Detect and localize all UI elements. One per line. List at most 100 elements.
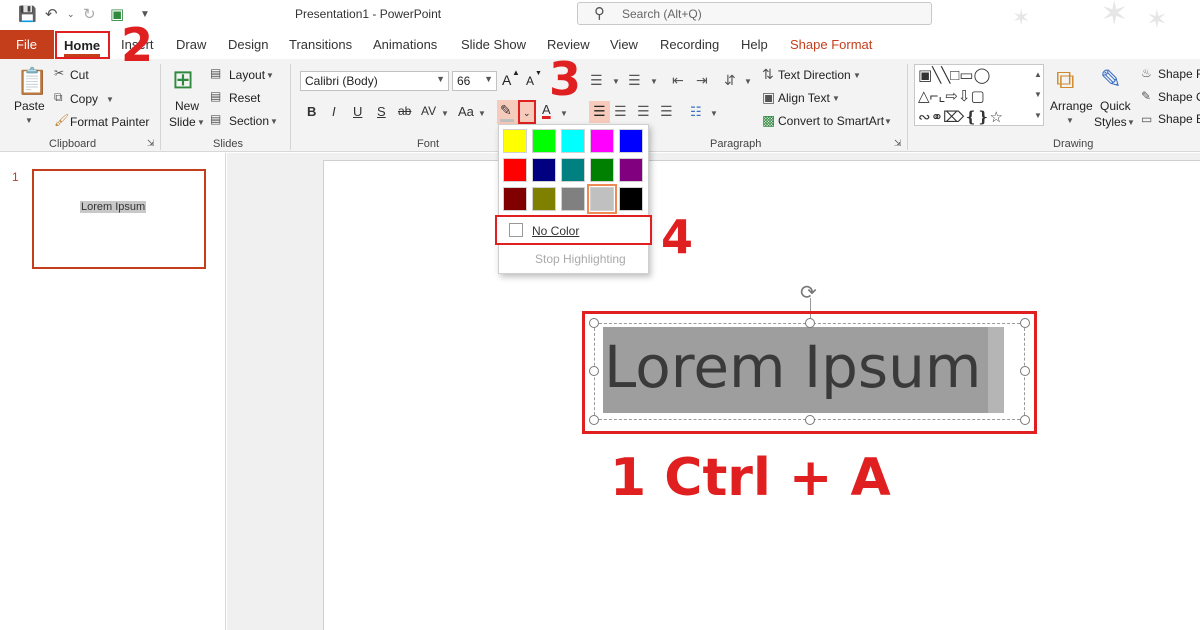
bold-button[interactable]: B bbox=[307, 104, 316, 119]
no-color-menu-item[interactable]: No Color bbox=[495, 215, 652, 245]
bullets-icon[interactable]: ☰ bbox=[590, 72, 603, 89]
shapes-gallery-more-icon[interactable]: ▼ bbox=[1034, 111, 1042, 120]
copy-dropdown-icon[interactable]: ▼ bbox=[106, 95, 114, 104]
convert-smartart-button[interactable]: Convert to SmartArt bbox=[778, 114, 884, 128]
font-color-dropdown-icon[interactable]: ▼ bbox=[560, 109, 568, 118]
text-direction-dropdown-icon[interactable]: ▼ bbox=[853, 71, 861, 80]
change-case-button[interactable]: Aa bbox=[458, 104, 474, 119]
quick-styles-icon[interactable]: ✎ bbox=[1100, 64, 1122, 95]
bullets-dropdown-icon[interactable]: ▼ bbox=[612, 77, 620, 86]
quick-styles-dropdown-icon[interactable]: ▼ bbox=[1127, 118, 1135, 127]
quick-styles-label[interactable]: Quick bbox=[1100, 99, 1131, 113]
search-input[interactable]: ⚲ Search (Alt+Q) bbox=[577, 2, 932, 25]
highlight-button[interactable]: ✎ bbox=[497, 100, 518, 124]
tab-recording[interactable]: Recording bbox=[660, 37, 719, 52]
paragraph-launcher-icon[interactable]: ⇲ bbox=[894, 138, 902, 149]
decrease-indent-icon[interactable]: ⇤ bbox=[672, 72, 684, 89]
italic-button[interactable]: I bbox=[332, 104, 336, 119]
resize-handle[interactable] bbox=[589, 415, 599, 425]
highlight-color-swatch[interactable] bbox=[532, 129, 556, 153]
resize-handle[interactable] bbox=[1020, 415, 1030, 425]
copy-button[interactable]: Copy bbox=[70, 92, 98, 106]
arrange-dropdown-icon[interactable]: ▼ bbox=[1066, 116, 1074, 125]
save-icon[interactable]: 💾 bbox=[18, 5, 37, 23]
strikethrough-button[interactable]: ab bbox=[398, 104, 411, 118]
undo-icon[interactable]: ↶ bbox=[45, 5, 58, 23]
section-button[interactable]: Section bbox=[229, 114, 269, 128]
shapes-gallery[interactable]: ▣╲╲□▭◯ △⌐⌞⇨⇩▢ ∾⚭⌦❴❵☆ bbox=[914, 64, 1044, 126]
highlight-color-swatch[interactable] bbox=[619, 129, 643, 153]
undo-dropdown-icon[interactable]: ⌄ bbox=[67, 9, 75, 20]
align-text-button[interactable]: Align Text bbox=[778, 91, 830, 105]
stop-highlighting-menu-item[interactable]: Stop Highlighting bbox=[535, 252, 626, 266]
text-direction-button[interactable]: Text Direction bbox=[778, 68, 851, 82]
new-slide-label[interactable]: New bbox=[175, 99, 199, 113]
highlight-color-swatch[interactable] bbox=[619, 158, 643, 182]
reset-button[interactable]: Reset bbox=[229, 91, 260, 105]
new-slide-icon[interactable]: ⊞ bbox=[172, 64, 194, 95]
char-spacing-button[interactable]: AV bbox=[421, 104, 436, 118]
char-spacing-dropdown-icon[interactable]: ▼ bbox=[441, 109, 449, 118]
tab-animations[interactable]: Animations bbox=[373, 37, 437, 52]
arrange-button[interactable]: Arrange bbox=[1050, 99, 1093, 113]
highlight-color-swatch[interactable] bbox=[561, 187, 585, 211]
grow-font-button[interactable]: A bbox=[502, 72, 511, 88]
resize-handle[interactable] bbox=[589, 366, 599, 376]
highlight-color-swatch[interactable] bbox=[561, 158, 585, 182]
justify-icon[interactable]: ☰ bbox=[660, 103, 673, 120]
numbering-icon[interactable]: ☰ bbox=[628, 72, 641, 89]
paste-dropdown-icon[interactable]: ▼ bbox=[25, 116, 33, 125]
tab-slideshow[interactable]: Slide Show bbox=[461, 37, 526, 52]
tab-transitions[interactable]: Transitions bbox=[289, 37, 352, 52]
highlight-color-swatch[interactable] bbox=[619, 187, 643, 211]
rotate-handle-icon[interactable]: ⟳ bbox=[800, 280, 817, 305]
numbering-dropdown-icon[interactable]: ▼ bbox=[650, 77, 658, 86]
new-slide-label-2[interactable]: Slide bbox=[169, 115, 196, 129]
highlight-dropdown-button[interactable]: ⌄ bbox=[518, 100, 536, 124]
shape-outline-button[interactable]: Shape O bbox=[1158, 90, 1200, 104]
tab-draw[interactable]: Draw bbox=[176, 37, 206, 52]
highlight-color-swatch[interactable] bbox=[503, 129, 527, 153]
highlight-color-swatch[interactable] bbox=[532, 187, 556, 211]
line-spacing-icon[interactable]: ⇵ bbox=[724, 72, 736, 89]
shrink-font-button[interactable]: A bbox=[526, 74, 534, 88]
tab-view[interactable]: View bbox=[610, 37, 638, 52]
arrange-icon[interactable]: ⧉ bbox=[1056, 64, 1075, 96]
align-right-icon[interactable]: ☰ bbox=[637, 103, 650, 120]
layout-dropdown-icon[interactable]: ▼ bbox=[266, 71, 274, 80]
highlight-color-swatch[interactable] bbox=[587, 184, 617, 214]
new-slide-dropdown-icon[interactable]: ▼ bbox=[197, 118, 205, 127]
tab-file[interactable]: File bbox=[0, 30, 54, 59]
format-painter-button[interactable]: Format Painter bbox=[70, 115, 149, 129]
shadow-button[interactable]: S bbox=[377, 104, 386, 119]
resize-handle[interactable] bbox=[589, 318, 599, 328]
shape-fill-button[interactable]: Shape Fi bbox=[1158, 67, 1200, 81]
smartart-dropdown-icon[interactable]: ▼ bbox=[884, 117, 892, 126]
font-name-select[interactable]: Calibri (Body) ▼ bbox=[300, 71, 449, 91]
paste-icon[interactable]: 📋 bbox=[16, 66, 48, 97]
align-text-dropdown-icon[interactable]: ▼ bbox=[832, 94, 840, 103]
resize-handle[interactable] bbox=[805, 318, 815, 328]
increase-indent-icon[interactable]: ⇥ bbox=[696, 72, 708, 89]
line-spacing-dropdown-icon[interactable]: ▼ bbox=[744, 77, 752, 86]
underline-button[interactable]: U bbox=[353, 104, 362, 119]
layout-button[interactable]: Layout bbox=[229, 68, 265, 82]
shapes-gallery-scroll-icon[interactable]: ▲ bbox=[1034, 70, 1042, 79]
slide-thumbnail[interactable]: Lorem Ipsum bbox=[32, 169, 206, 269]
tab-shape-format[interactable]: Shape Format bbox=[790, 37, 872, 52]
shape-effects-button[interactable]: Shape E bbox=[1158, 112, 1200, 126]
resize-handle[interactable] bbox=[1020, 318, 1030, 328]
tab-design[interactable]: Design bbox=[228, 37, 268, 52]
columns-icon[interactable]: ☷ bbox=[690, 104, 702, 120]
cut-button[interactable]: Cut bbox=[70, 68, 89, 82]
highlight-color-swatch[interactable] bbox=[503, 158, 527, 182]
redo-icon[interactable]: ↻ bbox=[83, 5, 96, 23]
highlight-color-swatch[interactable] bbox=[503, 187, 527, 211]
highlight-color-swatch[interactable] bbox=[590, 129, 614, 153]
resize-handle[interactable] bbox=[805, 415, 815, 425]
highlight-color-swatch[interactable] bbox=[590, 158, 614, 182]
resize-handle[interactable] bbox=[1020, 366, 1030, 376]
clipboard-launcher-icon[interactable]: ⇲ bbox=[147, 138, 155, 149]
tab-help[interactable]: Help bbox=[741, 37, 768, 52]
tab-review[interactable]: Review bbox=[547, 37, 590, 52]
